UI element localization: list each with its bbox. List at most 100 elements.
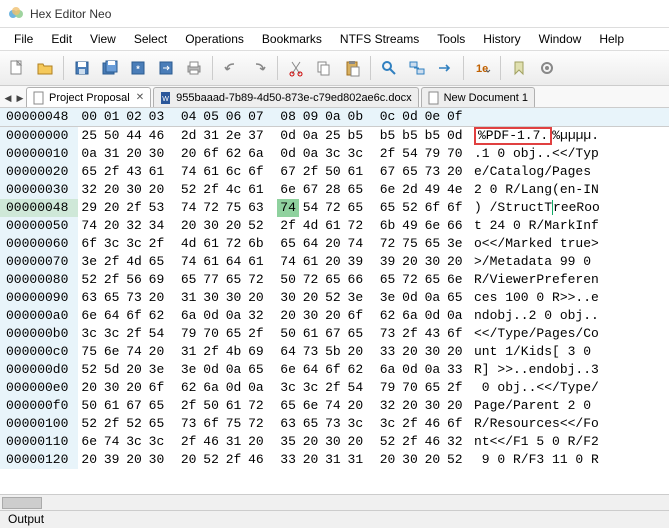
address-cell[interactable]: 000000d0 <box>0 361 78 379</box>
hex-cell[interactable]: 3c <box>344 145 366 163</box>
hex-cell[interactable]: 65 <box>344 181 366 199</box>
hex-cell[interactable]: 6f <box>78 235 100 253</box>
hex-cell[interactable]: 0a <box>222 361 244 379</box>
address-cell[interactable]: 00000060 <box>0 235 78 253</box>
hex-cell[interactable]: 62 <box>344 361 366 379</box>
hex-cell[interactable]: 72 <box>344 217 366 235</box>
hex-cell[interactable]: 20 <box>399 397 421 415</box>
hex-cell[interactable]: 20 <box>177 451 199 469</box>
address-cell[interactable]: 000000a0 <box>0 307 78 325</box>
hex-cell[interactable]: 65 <box>344 199 366 217</box>
hex-cell[interactable]: 2f <box>100 271 122 289</box>
ascii-cell[interactable]: t 24 0 R/MarkInf <box>466 217 669 235</box>
hex-cell[interactable]: 62 <box>145 307 167 325</box>
ascii-cell[interactable]: ) /StructTreeRoo <box>466 199 669 217</box>
hex-cell[interactable]: b5 <box>344 127 366 145</box>
hex-cell[interactable]: 46 <box>421 433 443 451</box>
hex-cell[interactable]: 32 <box>245 307 267 325</box>
hex-cell[interactable]: 6f <box>444 325 466 343</box>
hex-cell[interactable]: 79 <box>376 379 398 397</box>
hex-cell[interactable]: 65 <box>100 289 122 307</box>
hex-cell[interactable]: 67 <box>277 163 299 181</box>
hex-cell[interactable]: 20 <box>123 145 145 163</box>
hex-cell[interactable]: 6e <box>78 307 100 325</box>
hex-cell[interactable]: 61 <box>245 253 267 271</box>
hex-cell[interactable]: 62 <box>222 145 244 163</box>
menu-history[interactable]: History <box>475 30 528 48</box>
hex-cell[interactable]: 08 <box>277 108 299 126</box>
hex-cell[interactable]: 6f <box>322 361 344 379</box>
hex-cell[interactable]: 2f <box>123 199 145 217</box>
hex-cell[interactable]: 31 <box>177 343 199 361</box>
hex-cell[interactable]: 2f <box>399 415 421 433</box>
hex-view[interactable]: 00000048 000102030405060708090a0b0c0d0e0… <box>0 108 669 469</box>
hex-cell[interactable]: 20 <box>299 433 321 451</box>
settings-button[interactable] <box>534 55 560 81</box>
menu-ntfs-streams[interactable]: NTFS Streams <box>332 30 427 48</box>
hex-cell[interactable]: 31 <box>100 145 122 163</box>
hex-cell[interactable]: 2f <box>123 325 145 343</box>
hex-cell[interactable]: 39 <box>344 253 366 271</box>
hex-cell[interactable]: 0d <box>222 379 244 397</box>
hex-cell[interactable]: 2d <box>177 127 199 145</box>
hex-cell[interactable]: 52 <box>78 271 100 289</box>
ascii-cell[interactable]: >/Metadata 99 0 <box>466 253 669 271</box>
goto-button[interactable] <box>432 55 458 81</box>
hex-cell[interactable]: 54 <box>299 199 321 217</box>
bookmark-button[interactable] <box>506 55 532 81</box>
hex-cell[interactable]: 65 <box>344 325 366 343</box>
hex-cell[interactable]: 74 <box>177 253 199 271</box>
hex-cell[interactable]: 25 <box>78 127 100 145</box>
hex-cell[interactable]: 61 <box>100 397 122 415</box>
hex-cell[interactable]: 52 <box>444 451 466 469</box>
hex-cell[interactable]: 20 <box>100 217 122 235</box>
hex-cell[interactable]: 20 <box>421 451 443 469</box>
hex-cell[interactable]: 20 <box>299 289 321 307</box>
hex-cell[interactable]: 61 <box>200 253 222 271</box>
hex-cell[interactable]: 2f <box>444 379 466 397</box>
hex-cell[interactable]: 61 <box>200 163 222 181</box>
ascii-cell[interactable]: <</Type/Pages/Co <box>466 325 669 343</box>
hex-cell[interactable]: 0a <box>322 108 344 126</box>
hex-cell[interactable]: 3e <box>444 235 466 253</box>
hex-cell[interactable]: 74 <box>177 163 199 181</box>
hex-cell[interactable]: 0d <box>444 127 466 145</box>
hex-cell[interactable]: 67 <box>376 163 398 181</box>
hex-cell[interactable]: 3c <box>123 433 145 451</box>
hex-cell[interactable]: 73 <box>123 289 145 307</box>
hex-cell[interactable]: 5b <box>322 343 344 361</box>
hex-cell[interactable]: 49 <box>399 217 421 235</box>
hex-cell[interactable]: 50 <box>277 271 299 289</box>
hex-cell[interactable]: 39 <box>376 253 398 271</box>
ascii-cell[interactable]: R/Resources<</Fo <box>466 415 669 433</box>
address-cell[interactable]: 00000050 <box>0 217 78 235</box>
hex-cell[interactable]: 73 <box>421 163 443 181</box>
ascii-cell[interactable]: 2 0 R/Lang(en-IN <box>466 181 669 199</box>
paste-button[interactable] <box>339 55 365 81</box>
hex-cell[interactable]: 54 <box>145 325 167 343</box>
hex-cell[interactable]: 65 <box>177 271 199 289</box>
address-cell[interactable]: 00000070 <box>0 253 78 271</box>
hex-cell[interactable]: 74 <box>277 253 299 271</box>
hex-cell[interactable]: 3c <box>78 325 100 343</box>
tab-docx[interactable]: W 955baaad-7b89-4d50-873e-c79ed802ae6c.d… <box>153 87 418 107</box>
hex-cell[interactable]: 2e <box>222 127 244 145</box>
hex-cell[interactable]: 64 <box>100 307 122 325</box>
hex-cell[interactable]: 65 <box>376 271 398 289</box>
hex-cell[interactable]: 73 <box>322 415 344 433</box>
hex-cell[interactable]: 01 <box>100 108 122 126</box>
hex-cell[interactable]: 6f <box>245 163 267 181</box>
hex-cell[interactable]: 52 <box>376 433 398 451</box>
hex-cell[interactable]: 09 <box>299 108 321 126</box>
hex-cell[interactable]: 75 <box>78 343 100 361</box>
hex-cell[interactable]: 2f <box>100 253 122 271</box>
hex-cell[interactable]: 2f <box>177 433 199 451</box>
hex-cell[interactable]: 6f <box>444 199 466 217</box>
hex-cell[interactable]: 79 <box>421 145 443 163</box>
address-cell[interactable]: 000000c0 <box>0 343 78 361</box>
hex-cell[interactable]: 75 <box>222 415 244 433</box>
hex-cell[interactable]: 72 <box>299 271 321 289</box>
hex-cell[interactable]: 2f <box>222 451 244 469</box>
hex-cell[interactable]: 43 <box>421 325 443 343</box>
hex-cell[interactable]: 65 <box>145 397 167 415</box>
